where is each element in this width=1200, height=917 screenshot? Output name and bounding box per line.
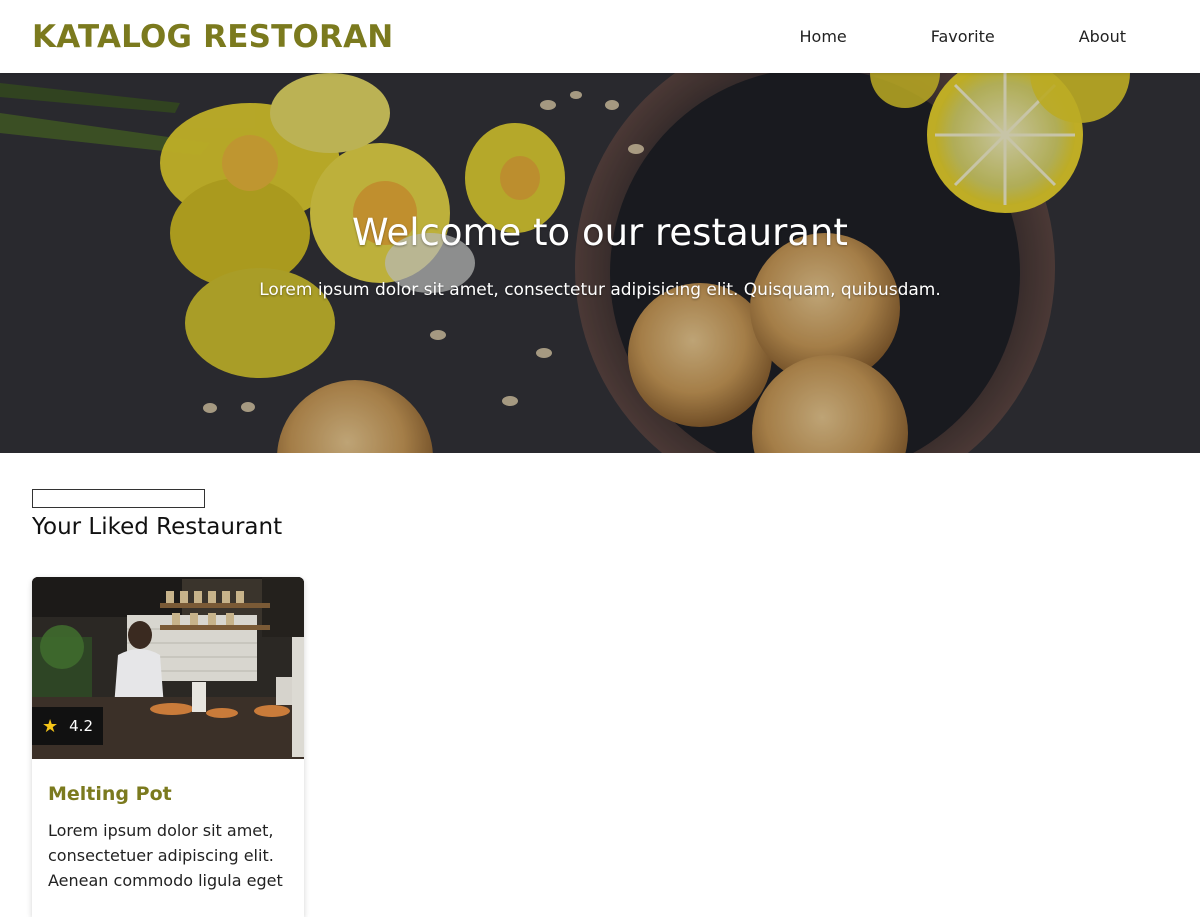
restaurant-description: Lorem ipsum dolor sit amet, consectetuer… <box>48 821 283 890</box>
hero-banner: Welcome to our restaurant Lorem ipsum do… <box>0 73 1200 453</box>
hero-title: Welcome to our restaurant <box>352 211 848 254</box>
favorites-section: Your Liked Restaurant ★ 4.2 Melting Pot … <box>32 489 1168 917</box>
restaurant-card[interactable]: ★ 4.2 Melting Pot Lorem ipsum dolor sit … <box>32 577 304 917</box>
nav-link-home[interactable]: Home <box>800 17 847 56</box>
restaurant-thumbnail: ★ 4.2 <box>32 577 304 759</box>
rating-value: 4.2 <box>69 717 93 735</box>
star-icon: ★ <box>42 715 59 737</box>
hero-text: Welcome to our restaurant Lorem ipsum do… <box>0 73 1200 453</box>
nav-link-about[interactable]: About <box>1079 17 1126 56</box>
nav-link-favorite[interactable]: Favorite <box>931 17 995 56</box>
section-title: Your Liked Restaurant <box>32 514 283 540</box>
restaurant-name[interactable]: Melting Pot <box>48 783 288 805</box>
brand-title: KATALOG RESTORAN <box>32 18 394 55</box>
main-nav: Home Favorite About <box>800 17 1127 56</box>
card-body: Melting Pot Lorem ipsum dolor sit amet, … <box>32 759 304 893</box>
rating-badge: ★ 4.2 <box>32 707 103 745</box>
search-input[interactable] <box>32 489 205 508</box>
app-bar: KATALOG RESTORAN Home Favorite About <box>0 0 1200 73</box>
hero-subtitle: Lorem ipsum dolor sit amet, consectetur … <box>259 280 941 300</box>
